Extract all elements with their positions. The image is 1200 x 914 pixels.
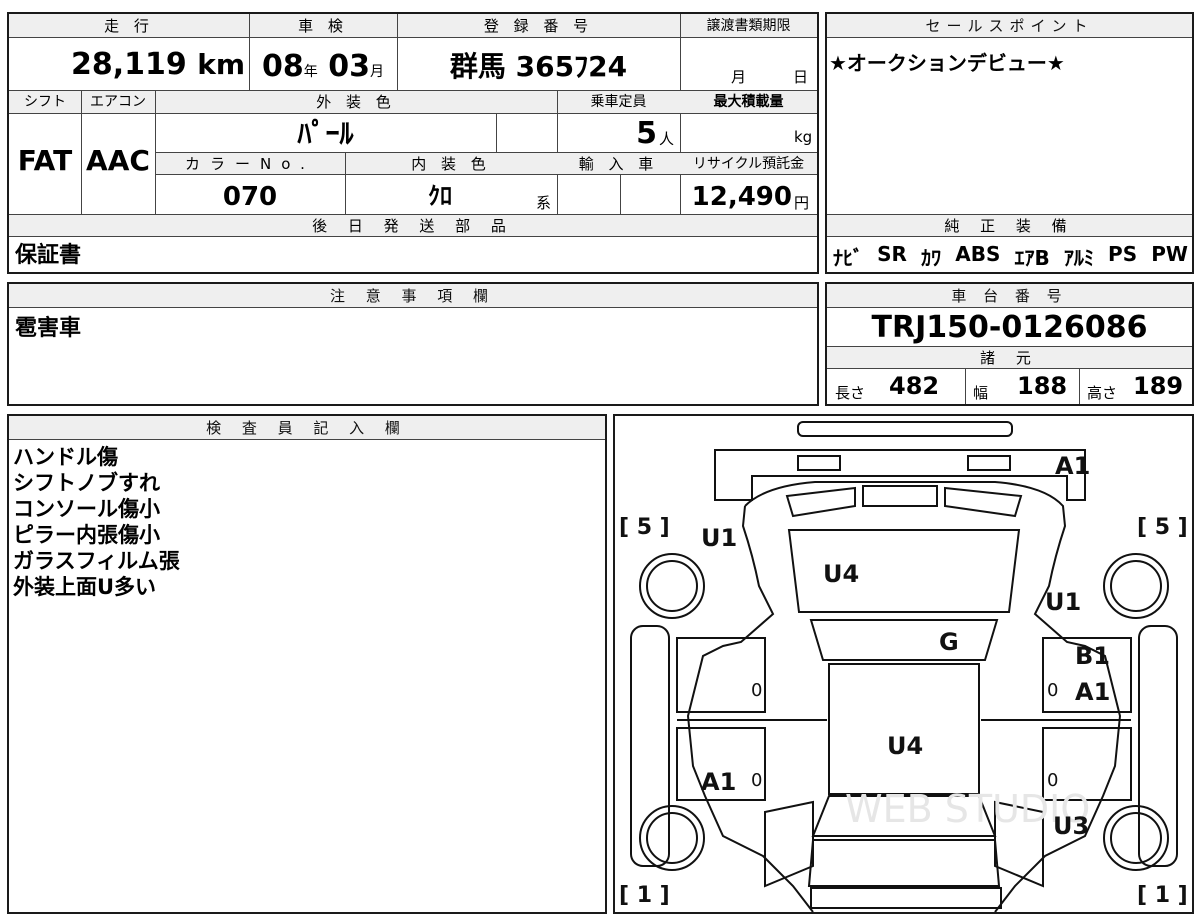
damage-mark: U4 <box>887 732 923 760</box>
equipment-item: PW <box>1151 242 1188 266</box>
inspection-month-unit: 月 <box>369 64 384 80</box>
registration-label: 登 録 番 号 <box>483 17 594 35</box>
zero-mark: 0 <box>751 770 762 791</box>
registration-value: 群馬 365ﾌ24 <box>449 50 628 83</box>
transfer-deadline-label: 譲渡書類期限 <box>706 18 791 34</box>
exterior-color-label: 外 装 色 <box>316 93 396 111</box>
zero-mark: 0 <box>751 680 762 701</box>
shift-value: FAT <box>17 144 73 177</box>
transfer-month-unit: 月 <box>731 68 747 86</box>
tire-rear-right-label: [ 1 ] <box>1137 883 1188 908</box>
equipment-item: ｶﾜ <box>921 246 942 270</box>
inspector-notes: ハンドル傷 シフトノブすれ コンソール傷小 ピラー内張傷小 ガラスフィルム張 外… <box>13 444 180 600</box>
damage-mark: U1 <box>1045 588 1081 616</box>
transfer-day-unit: 日 <box>793 68 809 86</box>
capacity-value: 5 <box>636 116 657 151</box>
recycle-deposit-label: リサイクル預託金 <box>692 156 805 172</box>
inspection-value-row: 08年 03月 <box>249 42 397 88</box>
damage-mark: A1 <box>701 768 736 796</box>
sales-point-text: ★オークションデビュー★ <box>829 51 1065 75</box>
vehicle-info-table: 走 行 車 検 登 録 番 号 譲渡書類期限 28,119 km 08年 03月… <box>7 12 819 274</box>
import-label: 輸 入 車 <box>578 155 659 173</box>
sales-point-box: セールスポイント ★オークションデビュー★ 純 正 装 備 ﾅﾋﾞ SR ｶﾜ … <box>825 12 1194 274</box>
height-value: 189 <box>1133 372 1184 400</box>
max-load-label: 最大積載量 <box>713 94 784 110</box>
damage-mark: U1 <box>701 524 737 552</box>
width-label: 幅 <box>973 384 989 402</box>
recycle-deposit-unit: 円 <box>794 194 810 212</box>
chassis-number: TRJ150-0126086 <box>871 310 1148 345</box>
max-load-unit: kg <box>794 128 813 146</box>
damage-mark: G <box>939 628 959 656</box>
inspector-note: ハンドル傷 <box>13 445 118 469</box>
inspector-note: コンソール傷小 <box>13 497 160 521</box>
tire-front-left-label: [ 5 ] <box>619 515 670 540</box>
equipment-item: ｴｱB <box>1014 246 1050 270</box>
damage-mark: B1 <box>1075 642 1110 670</box>
shift-label: シフト <box>24 94 66 110</box>
inspection-year-unit: 年 <box>303 64 318 80</box>
interior-color-value: ｸﾛ <box>428 182 452 210</box>
damage-mark: A1 <box>1075 678 1110 706</box>
length-label: 長さ <box>835 384 866 402</box>
capacity-label: 乗車定員 <box>590 94 647 110</box>
equipment-item: ABS <box>955 242 1001 266</box>
caution-text: 雹害車 <box>15 316 82 341</box>
recycle-deposit-value: 12,490 <box>691 182 792 212</box>
equipment-item: PS <box>1108 242 1138 266</box>
tire-rear-left-label: [ 1 ] <box>619 883 670 908</box>
chassis-box: 車 台 番 号 TRJ150-0126086 諸 元 長さ 482 幅 188 … <box>825 282 1194 406</box>
sales-point-title: セールスポイント <box>827 14 1192 38</box>
length-value: 482 <box>889 372 940 400</box>
damage-mark: U4 <box>823 560 859 588</box>
equipment-list: ﾅﾋﾞ SR ｶﾜ ABS ｴｱB ｱﾙﾐ PS PW <box>833 242 1188 271</box>
exterior-color-value: ﾊﾟｰﾙ <box>297 117 354 150</box>
zero-mark: 0 <box>1047 770 1058 791</box>
interior-color-suffix: 系 <box>536 194 552 212</box>
mileage-value-row: 28,119 km <box>9 42 245 88</box>
mileage-unit: km <box>197 48 245 81</box>
inspection-label: 車 検 <box>298 17 348 35</box>
width-value: 188 <box>1017 372 1068 400</box>
aircon-label: エアコン <box>90 94 146 110</box>
damage-mark: A1 <box>1055 452 1090 480</box>
tire-front-right-label: [ 5 ] <box>1137 515 1188 540</box>
inspector-note: 外装上面U多い <box>13 575 157 599</box>
inspector-note: ガラスフィルム張 <box>13 549 180 573</box>
inspection-year: 08 <box>262 49 304 84</box>
caution-title: 注 意 事 項 欄 <box>9 284 817 308</box>
equipment-item: SR <box>877 242 907 266</box>
equipment-item: ｱﾙﾐ <box>1063 246 1094 270</box>
equipment-item: ﾅﾋﾞ <box>833 246 863 270</box>
color-no-value: 070 <box>222 182 278 212</box>
equipment-title: 純 正 装 備 <box>944 217 1075 235</box>
damage-mark: U3 <box>1053 812 1089 840</box>
zero-mark: 0 <box>1047 680 1058 701</box>
height-label: 高さ <box>1087 384 1118 402</box>
dimensions-title: 諸 元 <box>980 349 1039 367</box>
capacity-unit: 人 <box>659 130 675 148</box>
damage-diagram-box: WEB STUDIO [ 5 ] [ 5 ] [ 1 ] [ 1 ] A1 U1… <box>613 414 1194 914</box>
inspector-box: 検 査 員 記 入 欄 ハンドル傷 シフトノブすれ コンソール傷小 ピラー内張傷… <box>7 414 607 914</box>
later-parts-text: 保証書 <box>15 243 82 268</box>
later-parts-title: 後 日 発 送 部 品 <box>312 217 514 235</box>
color-no-label: カラーNo. <box>185 155 315 173</box>
interior-color-label: 内 装 色 <box>411 155 491 173</box>
car-diagram: WEB STUDIO [ 5 ] [ 5 ] [ 1 ] [ 1 ] A1 U1… <box>619 421 1188 912</box>
chassis-title: 車 台 番 号 <box>827 284 1192 308</box>
mileage-label: 走 行 <box>104 17 154 35</box>
caution-box: 注 意 事 項 欄 雹害車 <box>7 282 819 406</box>
inspector-note: シフトノブすれ <box>13 471 160 495</box>
inspector-note: ピラー内張傷小 <box>13 523 160 547</box>
aircon-value: AAC <box>86 144 150 177</box>
inspector-title: 検 査 員 記 入 欄 <box>9 416 605 440</box>
inspection-month: 03 <box>328 49 370 84</box>
mileage-value: 28,119 <box>70 47 187 82</box>
